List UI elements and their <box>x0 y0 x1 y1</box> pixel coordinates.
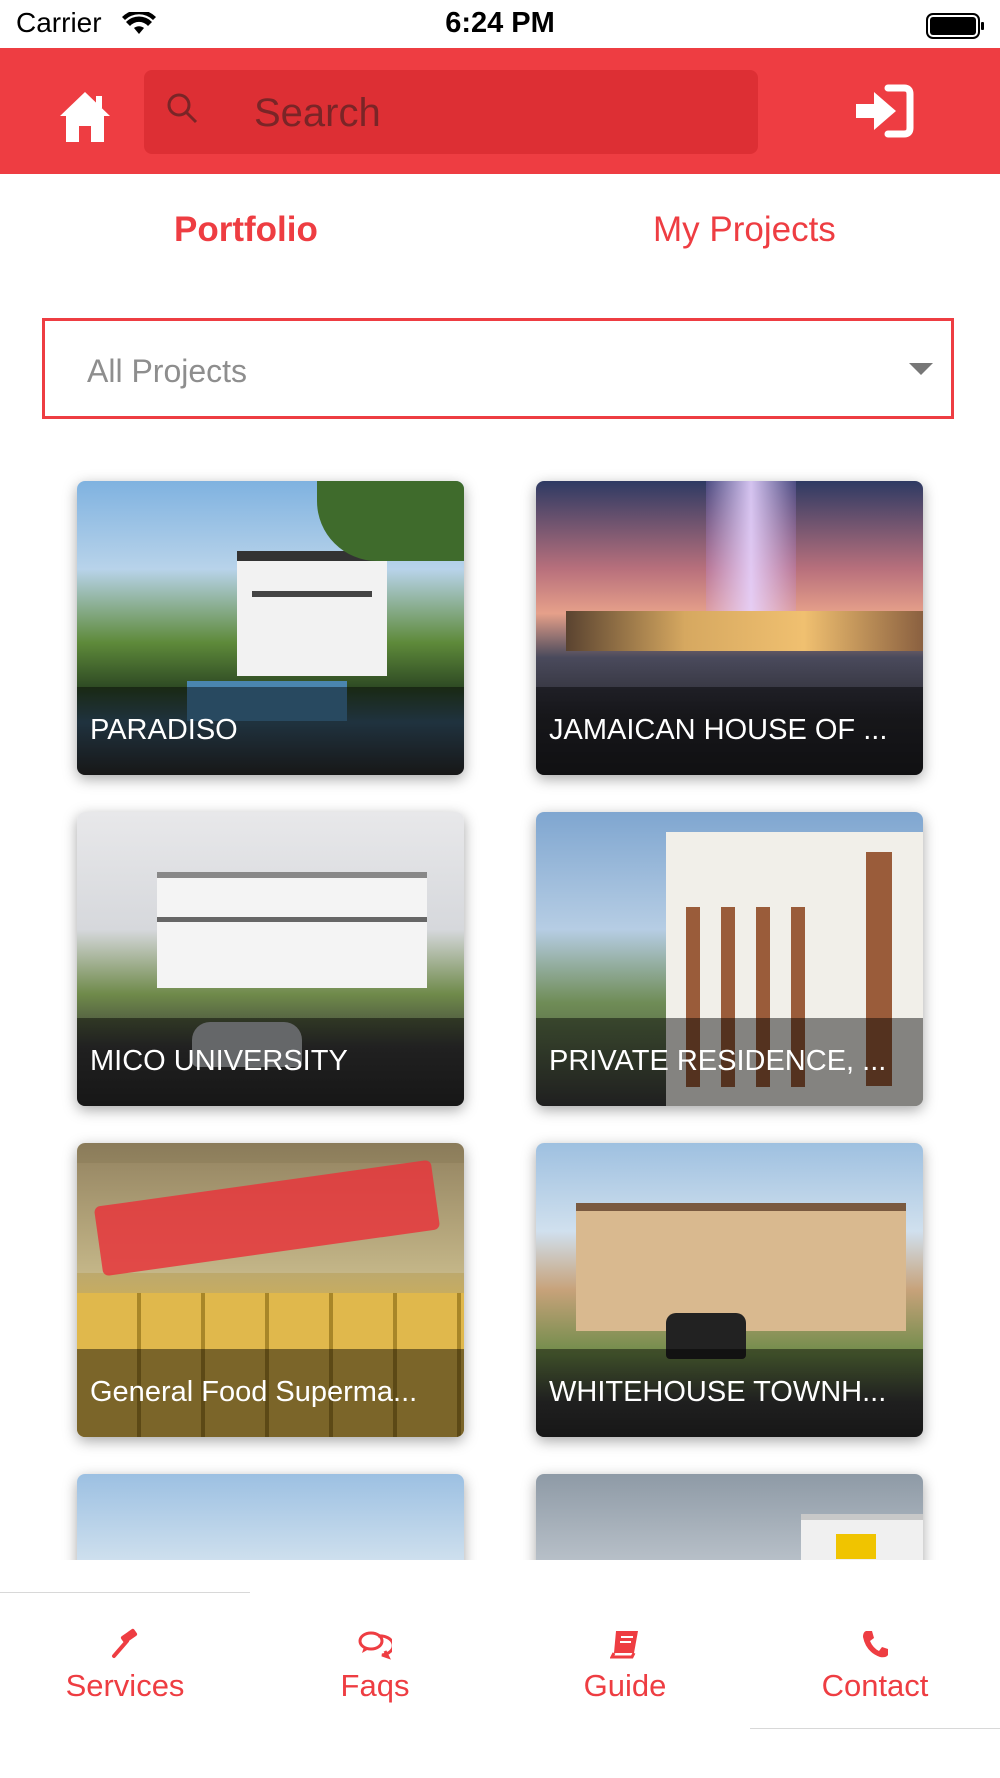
home-icon[interactable] <box>58 90 112 144</box>
nav-services[interactable]: Services <box>0 1628 250 1704</box>
project-title: MICO UNIVERSITY <box>90 1045 348 1077</box>
project-title: WHITEHOUSE TOWNH... <box>549 1376 887 1408</box>
project-card[interactable]: JAMAICAN HOUSE OF ... <box>536 481 923 775</box>
project-card[interactable]: General Food Superma... <box>77 1143 464 1437</box>
project-card[interactable]: PRIVATE RESIDENCE, ... <box>536 812 923 1106</box>
nav-label: Contact <box>821 1668 929 1703</box>
app-header <box>0 48 1000 174</box>
project-image <box>536 1474 923 1560</box>
tab-my-projects[interactable]: My Projects <box>653 210 836 250</box>
search-icon <box>167 93 198 124</box>
project-title: PARADISO <box>90 714 238 746</box>
chevron-down-icon <box>909 363 933 375</box>
search-bar[interactable] <box>144 70 758 156</box>
chat-bubbles-icon <box>358 1631 392 1660</box>
project-title: General Food Superma... <box>90 1376 418 1408</box>
divider <box>0 1592 250 1593</box>
tab-portfolio[interactable]: Portfolio <box>174 210 318 250</box>
project-filter-value: All Projects <box>87 353 248 389</box>
project-card[interactable]: WHITEHOUSE TOWNH... <box>536 1143 923 1437</box>
project-image <box>77 1474 464 1560</box>
search-input[interactable] <box>252 70 736 156</box>
project-card[interactable]: PARADISO <box>77 481 464 775</box>
project-title: JAMAICAN HOUSE OF ... <box>549 714 888 746</box>
nav-label: Services <box>65 1668 185 1703</box>
login-icon[interactable] <box>852 84 914 138</box>
project-grid: PARADISO JAMAICAN HOUSE OF ... MICO UNIV… <box>0 460 1000 1560</box>
hammer-icon <box>112 1628 138 1658</box>
clock: 6:24 PM <box>445 7 555 39</box>
phone-icon <box>863 1631 888 1658</box>
nav-contact[interactable]: Contact <box>750 1628 1000 1704</box>
nav-faqs[interactable]: Faqs <box>250 1628 500 1704</box>
nav-label: Faqs <box>340 1668 410 1703</box>
project-card[interactable] <box>536 1474 923 1560</box>
bottom-nav: Services Faqs Guide Contact <box>0 1560 1000 1778</box>
nav-guide[interactable]: Guide <box>500 1628 750 1704</box>
project-filter-dropdown[interactable]: All Projects <box>42 318 954 419</box>
project-card[interactable] <box>77 1474 464 1560</box>
divider <box>750 1728 1000 1729</box>
battery-icon <box>926 13 984 39</box>
project-title: PRIVATE RESIDENCE, ... <box>549 1045 887 1077</box>
nav-label: Guide <box>583 1668 667 1703</box>
project-card[interactable]: MICO UNIVERSITY <box>77 812 464 1106</box>
status-bar: Carrier 6:24 PM <box>0 0 1000 48</box>
book-icon <box>610 1631 638 1659</box>
